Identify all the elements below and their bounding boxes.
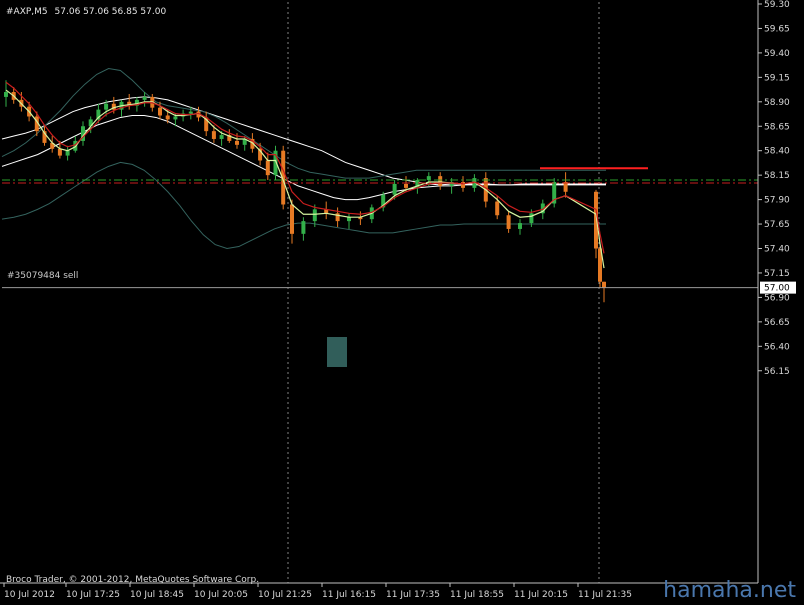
candle-body (518, 223, 522, 229)
candle-body (211, 131, 216, 139)
candle-body (265, 160, 270, 176)
x-tick-label: 10 Jul 2012 (4, 590, 55, 600)
ohlc-label: 57.06 57.06 56.85 57.00 (55, 7, 167, 17)
candle-body (57, 148, 62, 156)
candle-body (438, 176, 443, 186)
candle-body (392, 183, 397, 195)
y-tick-label: 57.90 (764, 196, 790, 206)
y-tick-label: 58.15 (764, 171, 790, 181)
y-tick-label: 59.30 (764, 0, 790, 10)
candle-body (404, 183, 408, 188)
candle-body (529, 213, 534, 224)
order-label: #35079484 sell (7, 271, 78, 281)
chart-header: #AXP,M5 57.06 57.06 56.85 57.00 (6, 7, 166, 17)
y-tick-label: 58.40 (764, 147, 790, 157)
x-tick-label: 10 Jul 18:45 (130, 590, 184, 600)
x-tick-label: 11 Jul 20:15 (514, 590, 568, 600)
candle-body (4, 92, 8, 97)
candle-body (301, 221, 306, 234)
candle-body (142, 96, 147, 100)
candle-body (602, 281, 606, 288)
y-tick-label: 57.15 (764, 269, 790, 279)
candle-body (506, 215, 511, 229)
y-tick-label: 57.65 (764, 220, 790, 230)
y-tick-label: 56.90 (764, 293, 790, 303)
price-chart: 57.00 59.30 59.65 59.40 59.15 58.90 58.65 58.4… (0, 0, 804, 605)
x-tick-label: 11 Jul 16:15 (322, 590, 376, 600)
candle-body (495, 201, 500, 216)
highlight-box (327, 337, 347, 367)
candle-body (104, 103, 109, 110)
y-tick-label: 56.40 (764, 342, 790, 352)
y-tick-label: 59.15 (764, 73, 790, 83)
candle-body (219, 135, 224, 139)
current-price-label: 57.00 (764, 284, 790, 294)
y-tick-label: 56.15 (764, 367, 790, 377)
watermark: hamaha.net (663, 578, 796, 603)
candle-body (312, 209, 317, 222)
copyright-text: Broco Trader, © 2001-2012, MetaQuotes So… (6, 575, 259, 585)
candle-body (173, 116, 178, 120)
chart-root: 57.00 59.30 59.65 59.40 59.15 58.90 58.65 58.4… (0, 0, 804, 605)
x-tick-label: 10 Jul 17:25 (66, 590, 120, 600)
y-tick-label: 58.65 (764, 122, 790, 132)
candle-body (165, 115, 170, 120)
candle-body (158, 107, 162, 116)
candle-body (65, 150, 70, 156)
y-tick-label: 58.90 (764, 98, 790, 108)
candle-body (235, 140, 239, 145)
y-tick-label: 59.65 (764, 24, 790, 34)
x-tick-label: 10 Jul 20:05 (194, 590, 248, 600)
x-tick-label: 11 Jul 18:55 (450, 590, 504, 600)
symbol-label: #AXP,M5 (6, 7, 48, 17)
x-tick-label: 11 Jul 17:35 (386, 590, 440, 600)
y-tick-label: 56.65 (764, 318, 790, 328)
candle-body (426, 176, 431, 181)
plot-background (0, 0, 804, 605)
candle-body (188, 111, 193, 114)
x-tick-label: 10 Jul 21:25 (258, 590, 312, 600)
candle-body (290, 204, 294, 234)
y-tick-label: 59.40 (764, 49, 790, 59)
x-tick-label: 11 Jul 21:35 (578, 590, 632, 600)
y-tick-label: 57.40 (764, 245, 790, 255)
